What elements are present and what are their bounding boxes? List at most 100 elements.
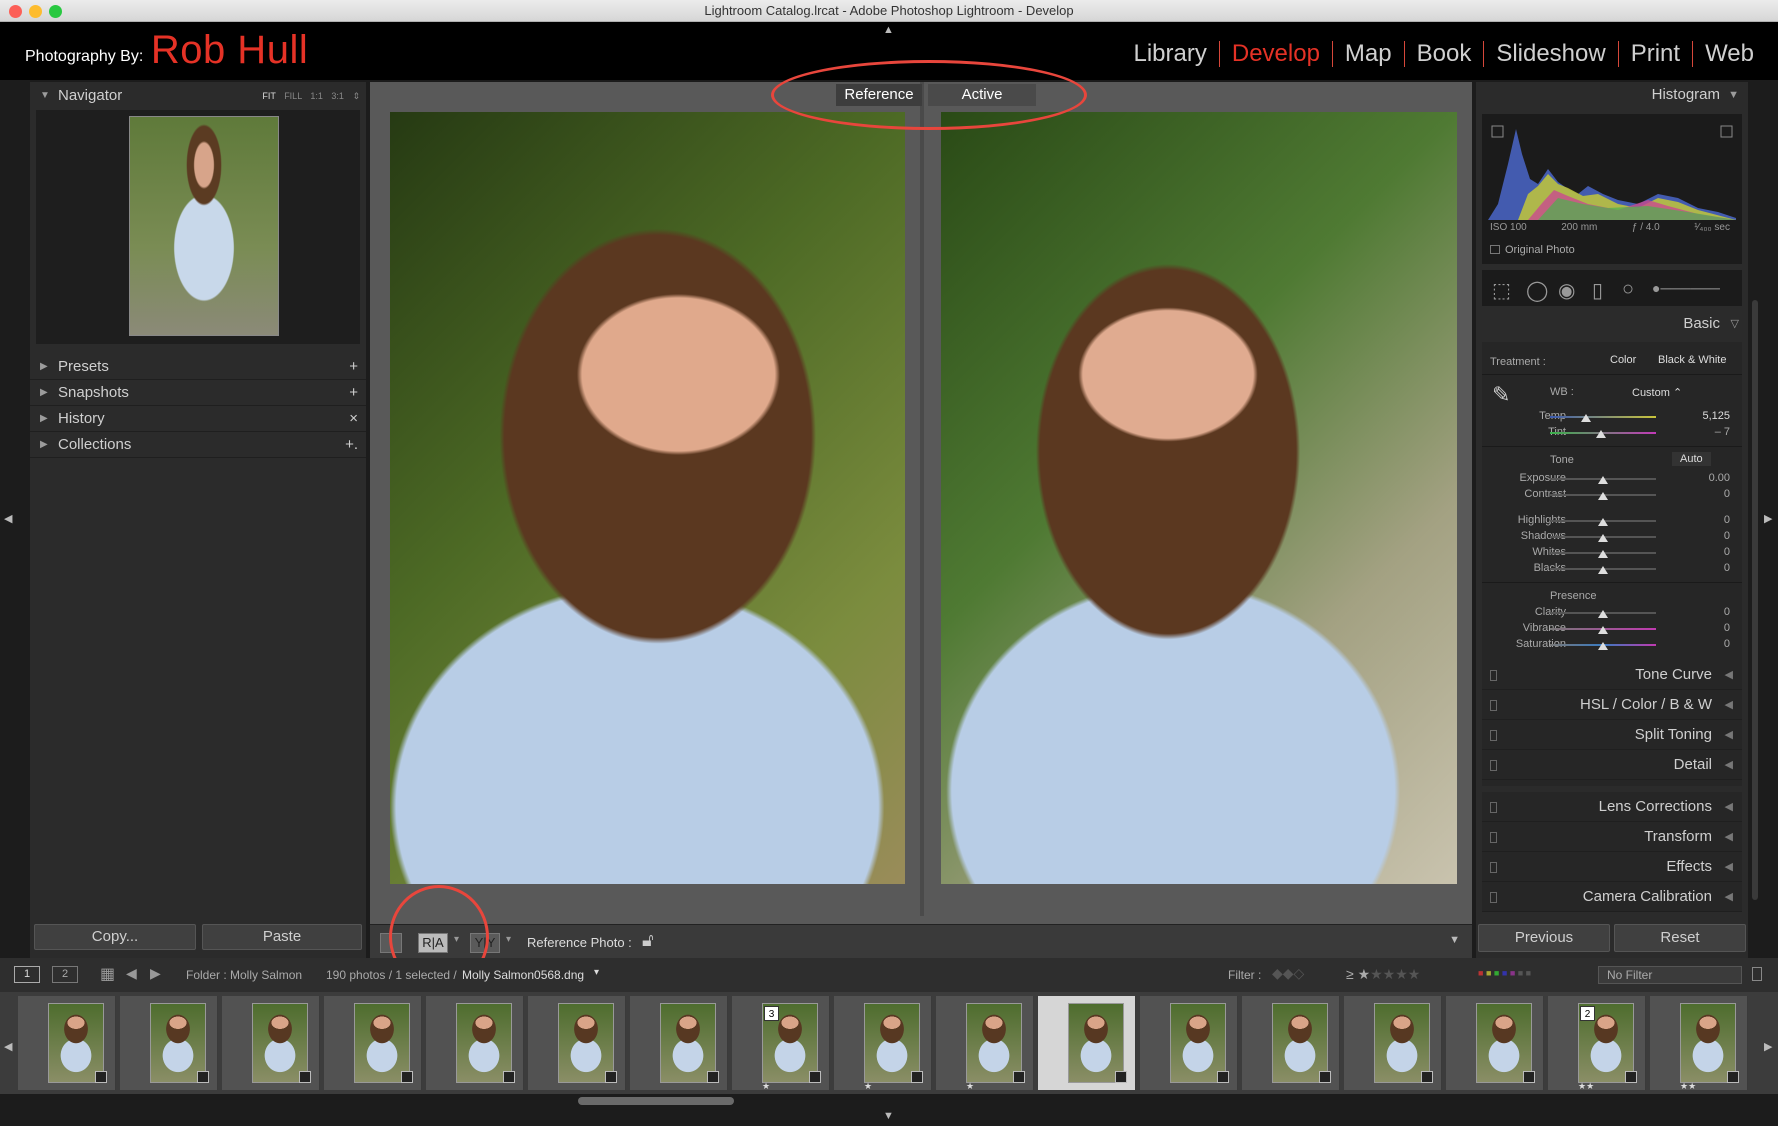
highlights-slider-knob[interactable] [1598, 518, 1608, 526]
filter-lock-icon[interactable] [1752, 967, 1762, 981]
clear-history-icon[interactable]: × [349, 406, 358, 432]
blacks-value[interactable]: 0 [1724, 562, 1730, 574]
filter-preset-select[interactable]: No Filter [1598, 966, 1742, 984]
section-hsl[interactable]: HSL / Color / B & W ◀ [1482, 690, 1742, 720]
add-snapshot-icon[interactable]: + [349, 380, 358, 406]
panel-collections[interactable]: ▶ Collections +. [30, 432, 366, 458]
blacks-slider-knob[interactable] [1598, 566, 1608, 574]
histogram-header[interactable]: Histogram ▼ [1476, 82, 1748, 108]
section-toggle-switch[interactable] [1490, 700, 1497, 711]
section-detail[interactable]: Detail ◀ [1482, 750, 1742, 780]
filmstrip-thumbnail[interactable]: ★ [834, 996, 932, 1091]
panel-presets[interactable]: ▶ Presets + [30, 354, 366, 380]
filmstrip-thumbnail[interactable] [18, 996, 116, 1090]
before-after-dropdown-icon[interactable]: ▾ [506, 934, 511, 945]
filmstrip-thumbnail[interactable] [324, 996, 422, 1090]
collapse-triangle-icon[interactable]: ▽ [1731, 312, 1739, 336]
section-toggle-switch[interactable] [1490, 802, 1497, 813]
develop-badge-icon[interactable] [1523, 1071, 1535, 1083]
develop-badge-icon[interactable] [1727, 1071, 1739, 1083]
active-photo[interactable] [941, 112, 1457, 884]
temp-slider[interactable] [1550, 416, 1656, 418]
filmstrip-thumbnail[interactable] [1140, 996, 1238, 1090]
temp-value[interactable]: 5,125 [1702, 410, 1730, 422]
develop-badge-icon[interactable] [95, 1071, 107, 1083]
original-photo-checkbox[interactable] [1490, 245, 1500, 254]
top-panel-toggle-icon[interactable]: ▲ [883, 24, 894, 36]
selected-filename[interactable]: Molly Salmon0568.dng [462, 968, 584, 982]
red-eye-tool-icon[interactable]: ◉ [1558, 278, 1575, 303]
right-panel-scrollbar[interactable] [1752, 300, 1758, 900]
section-toggle-switch[interactable] [1490, 862, 1497, 873]
tint-value[interactable]: – 7 [1715, 426, 1730, 438]
collapse-triangle-icon[interactable]: ▼ [1728, 82, 1739, 108]
previous-button[interactable]: Previous [1478, 924, 1610, 952]
close-window-button[interactable] [9, 5, 22, 18]
treatment-color-option[interactable]: Color [1610, 354, 1636, 366]
clarity-slider-knob[interactable] [1598, 610, 1608, 618]
crop-tool-icon[interactable]: ⬚ [1492, 278, 1511, 303]
paste-button[interactable]: Paste [202, 924, 362, 950]
develop-badge-icon[interactable] [911, 1071, 923, 1083]
section-tone-curve[interactable]: Tone Curve ◀ [1482, 660, 1742, 690]
auto-tone-button[interactable]: Auto [1672, 452, 1711, 466]
zoom-fit[interactable]: FIT [262, 91, 275, 101]
filmstrip-thumbnail[interactable] [630, 996, 728, 1090]
navigator-thumbnail[interactable] [129, 116, 279, 336]
secondary-window-button[interactable]: 2 [52, 966, 78, 983]
filmstrip-thumbnail[interactable]: ★★ [1650, 996, 1748, 1091]
filmstrip-scrollbar[interactable] [578, 1097, 734, 1105]
vibrance-value[interactable]: 0 [1724, 622, 1730, 634]
temp-slider-knob[interactable] [1581, 414, 1591, 422]
saturation-value[interactable]: 0 [1724, 638, 1730, 650]
saturation-slider-knob[interactable] [1598, 642, 1608, 650]
section-toggle-switch[interactable] [1490, 892, 1497, 903]
develop-badge-icon[interactable] [707, 1071, 719, 1083]
filmstrip-scroll-right-icon[interactable]: ▶ [1764, 1040, 1772, 1053]
section-camera-calibration[interactable]: Camera Calibration ◀ [1482, 882, 1742, 912]
right-panel-toggle-icon[interactable]: ▶ [1764, 512, 1772, 525]
section-toggle-switch[interactable] [1490, 832, 1497, 843]
develop-badge-icon[interactable] [605, 1071, 617, 1083]
back-arrow-icon[interactable]: ◀ [126, 965, 137, 982]
reference-photo[interactable] [390, 112, 905, 884]
color-label-filter[interactable]: ■ ■ ■ ■ ■ ■ ■ [1478, 968, 1531, 978]
filmstrip-thumbnail[interactable] [1446, 996, 1544, 1090]
treatment-bw-option[interactable]: Black & White [1658, 354, 1726, 366]
develop-badge-icon[interactable] [197, 1071, 209, 1083]
filmstrip-thumbnail[interactable]: 3 ★ [732, 996, 830, 1091]
flag-filter-icons[interactable]: ◆◆◇ [1272, 965, 1304, 982]
section-effects[interactable]: Effects ◀ [1482, 852, 1742, 882]
section-toggle-switch[interactable] [1490, 670, 1497, 681]
filmstrip-thumbnail[interactable] [120, 996, 218, 1090]
exposure-slider-knob[interactable] [1598, 476, 1608, 484]
add-preset-icon[interactable]: + [349, 354, 358, 380]
module-print[interactable]: Print [1619, 40, 1692, 68]
folder-breadcrumb[interactable]: Folder : Molly Salmon [186, 968, 302, 982]
section-lens-corrections[interactable]: Lens Corrections ◀ [1482, 792, 1742, 822]
section-split-toning[interactable]: Split Toning ◀ [1482, 720, 1742, 750]
filename-dropdown-icon[interactable]: ▾ [594, 967, 599, 978]
module-web[interactable]: Web [1693, 40, 1766, 68]
develop-badge-icon[interactable] [1013, 1071, 1025, 1083]
zoom-1-1[interactable]: 1:1 [310, 91, 323, 101]
whites-slider-knob[interactable] [1598, 550, 1608, 558]
zoom-fill[interactable]: FILL [284, 91, 302, 101]
minimize-window-button[interactable] [29, 5, 42, 18]
toolbar-options-icon[interactable]: ▼ [1449, 934, 1460, 946]
white-balance-eyedropper-icon[interactable]: ✎ [1492, 382, 1510, 408]
develop-badge-icon[interactable] [809, 1071, 821, 1083]
filmstrip-thumbnail[interactable] [222, 996, 320, 1090]
histogram[interactable]: ISO 100 200 mm ƒ / 4.0 ¹⁄₄₀₀ sec Origina… [1482, 114, 1742, 264]
radial-filter-icon[interactable]: ○ [1622, 278, 1634, 301]
main-window-button[interactable]: 1 [14, 966, 40, 983]
filmstrip-thumbnail[interactable] [528, 996, 626, 1090]
add-collection-icon[interactable]: +. [345, 432, 358, 458]
lock-icon[interactable]: 🔓︎ [642, 930, 654, 951]
develop-badge-icon[interactable] [503, 1071, 515, 1083]
filmstrip-thumbnail[interactable] [1242, 996, 1340, 1090]
contrast-value[interactable]: 0 [1724, 488, 1730, 500]
filmstrip-thumbnail[interactable]: 2 ★★ [1548, 996, 1646, 1091]
zoom-window-button[interactable] [49, 5, 62, 18]
whites-value[interactable]: 0 [1724, 546, 1730, 558]
